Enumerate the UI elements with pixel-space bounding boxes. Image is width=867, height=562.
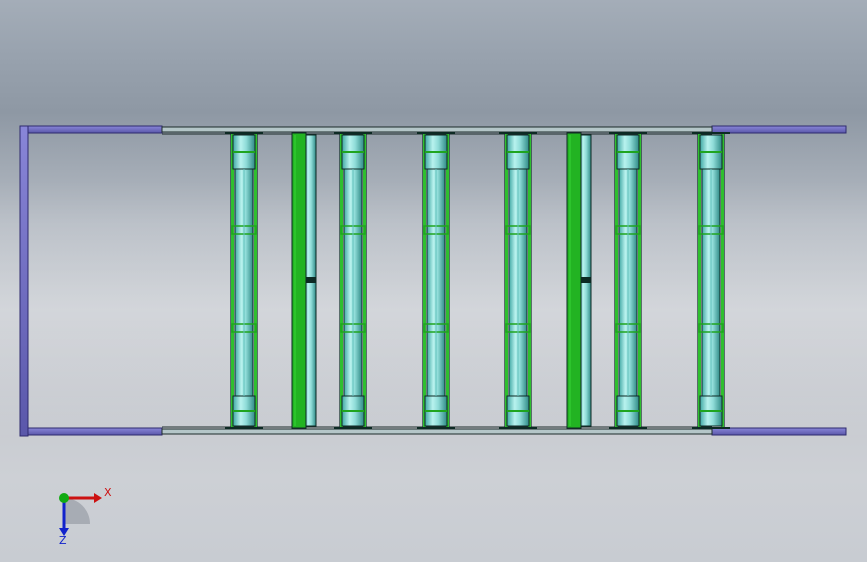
top-side-rail[interactable] bbox=[161, 126, 713, 133]
frame-bottom-left-beam[interactable] bbox=[27, 427, 163, 436]
roller[interactable] bbox=[225, 132, 263, 429]
orientation-triad[interactable]: X Z bbox=[44, 480, 124, 550]
drive-plate-body bbox=[566, 132, 582, 429]
roller-side-strip bbox=[254, 133, 257, 428]
roller-side-strip bbox=[446, 133, 449, 428]
bottom-side-rail[interactable] bbox=[161, 428, 713, 435]
roller[interactable] bbox=[417, 132, 455, 429]
x-axis-arrowhead bbox=[94, 493, 102, 503]
roller-side-strip bbox=[505, 133, 508, 428]
roller[interactable] bbox=[692, 132, 730, 429]
frame-top-left-beam[interactable] bbox=[27, 125, 163, 134]
drive-plate[interactable] bbox=[566, 132, 582, 429]
x-axis-label: X bbox=[104, 486, 112, 499]
roller[interactable] bbox=[609, 132, 647, 429]
frame-bottom-right-beam[interactable] bbox=[711, 427, 847, 436]
roller-side-strip bbox=[615, 133, 618, 428]
triad-shadow bbox=[64, 498, 90, 524]
frame-top-right-beam[interactable] bbox=[711, 125, 847, 134]
conveyor-assembly[interactable] bbox=[0, 0, 867, 562]
y-axis-dot bbox=[59, 493, 69, 503]
roller-side-strip bbox=[423, 133, 426, 428]
roller-side-strip bbox=[698, 133, 701, 428]
roller-side-strip bbox=[528, 133, 531, 428]
z-axis-label: Z bbox=[59, 534, 67, 547]
roller[interactable] bbox=[499, 132, 537, 429]
roller[interactable] bbox=[334, 132, 372, 429]
roller-side-strip bbox=[363, 133, 366, 428]
roller-side-strip bbox=[340, 133, 343, 428]
roller-side-strip bbox=[231, 133, 234, 428]
roller-side-strip bbox=[638, 133, 641, 428]
drive-plate[interactable] bbox=[291, 132, 307, 429]
drive-plate-body bbox=[291, 132, 307, 429]
left-end-plate[interactable] bbox=[19, 125, 29, 437]
roller-side-strip bbox=[721, 133, 724, 428]
cad-viewport[interactable]: X Z bbox=[0, 0, 867, 562]
